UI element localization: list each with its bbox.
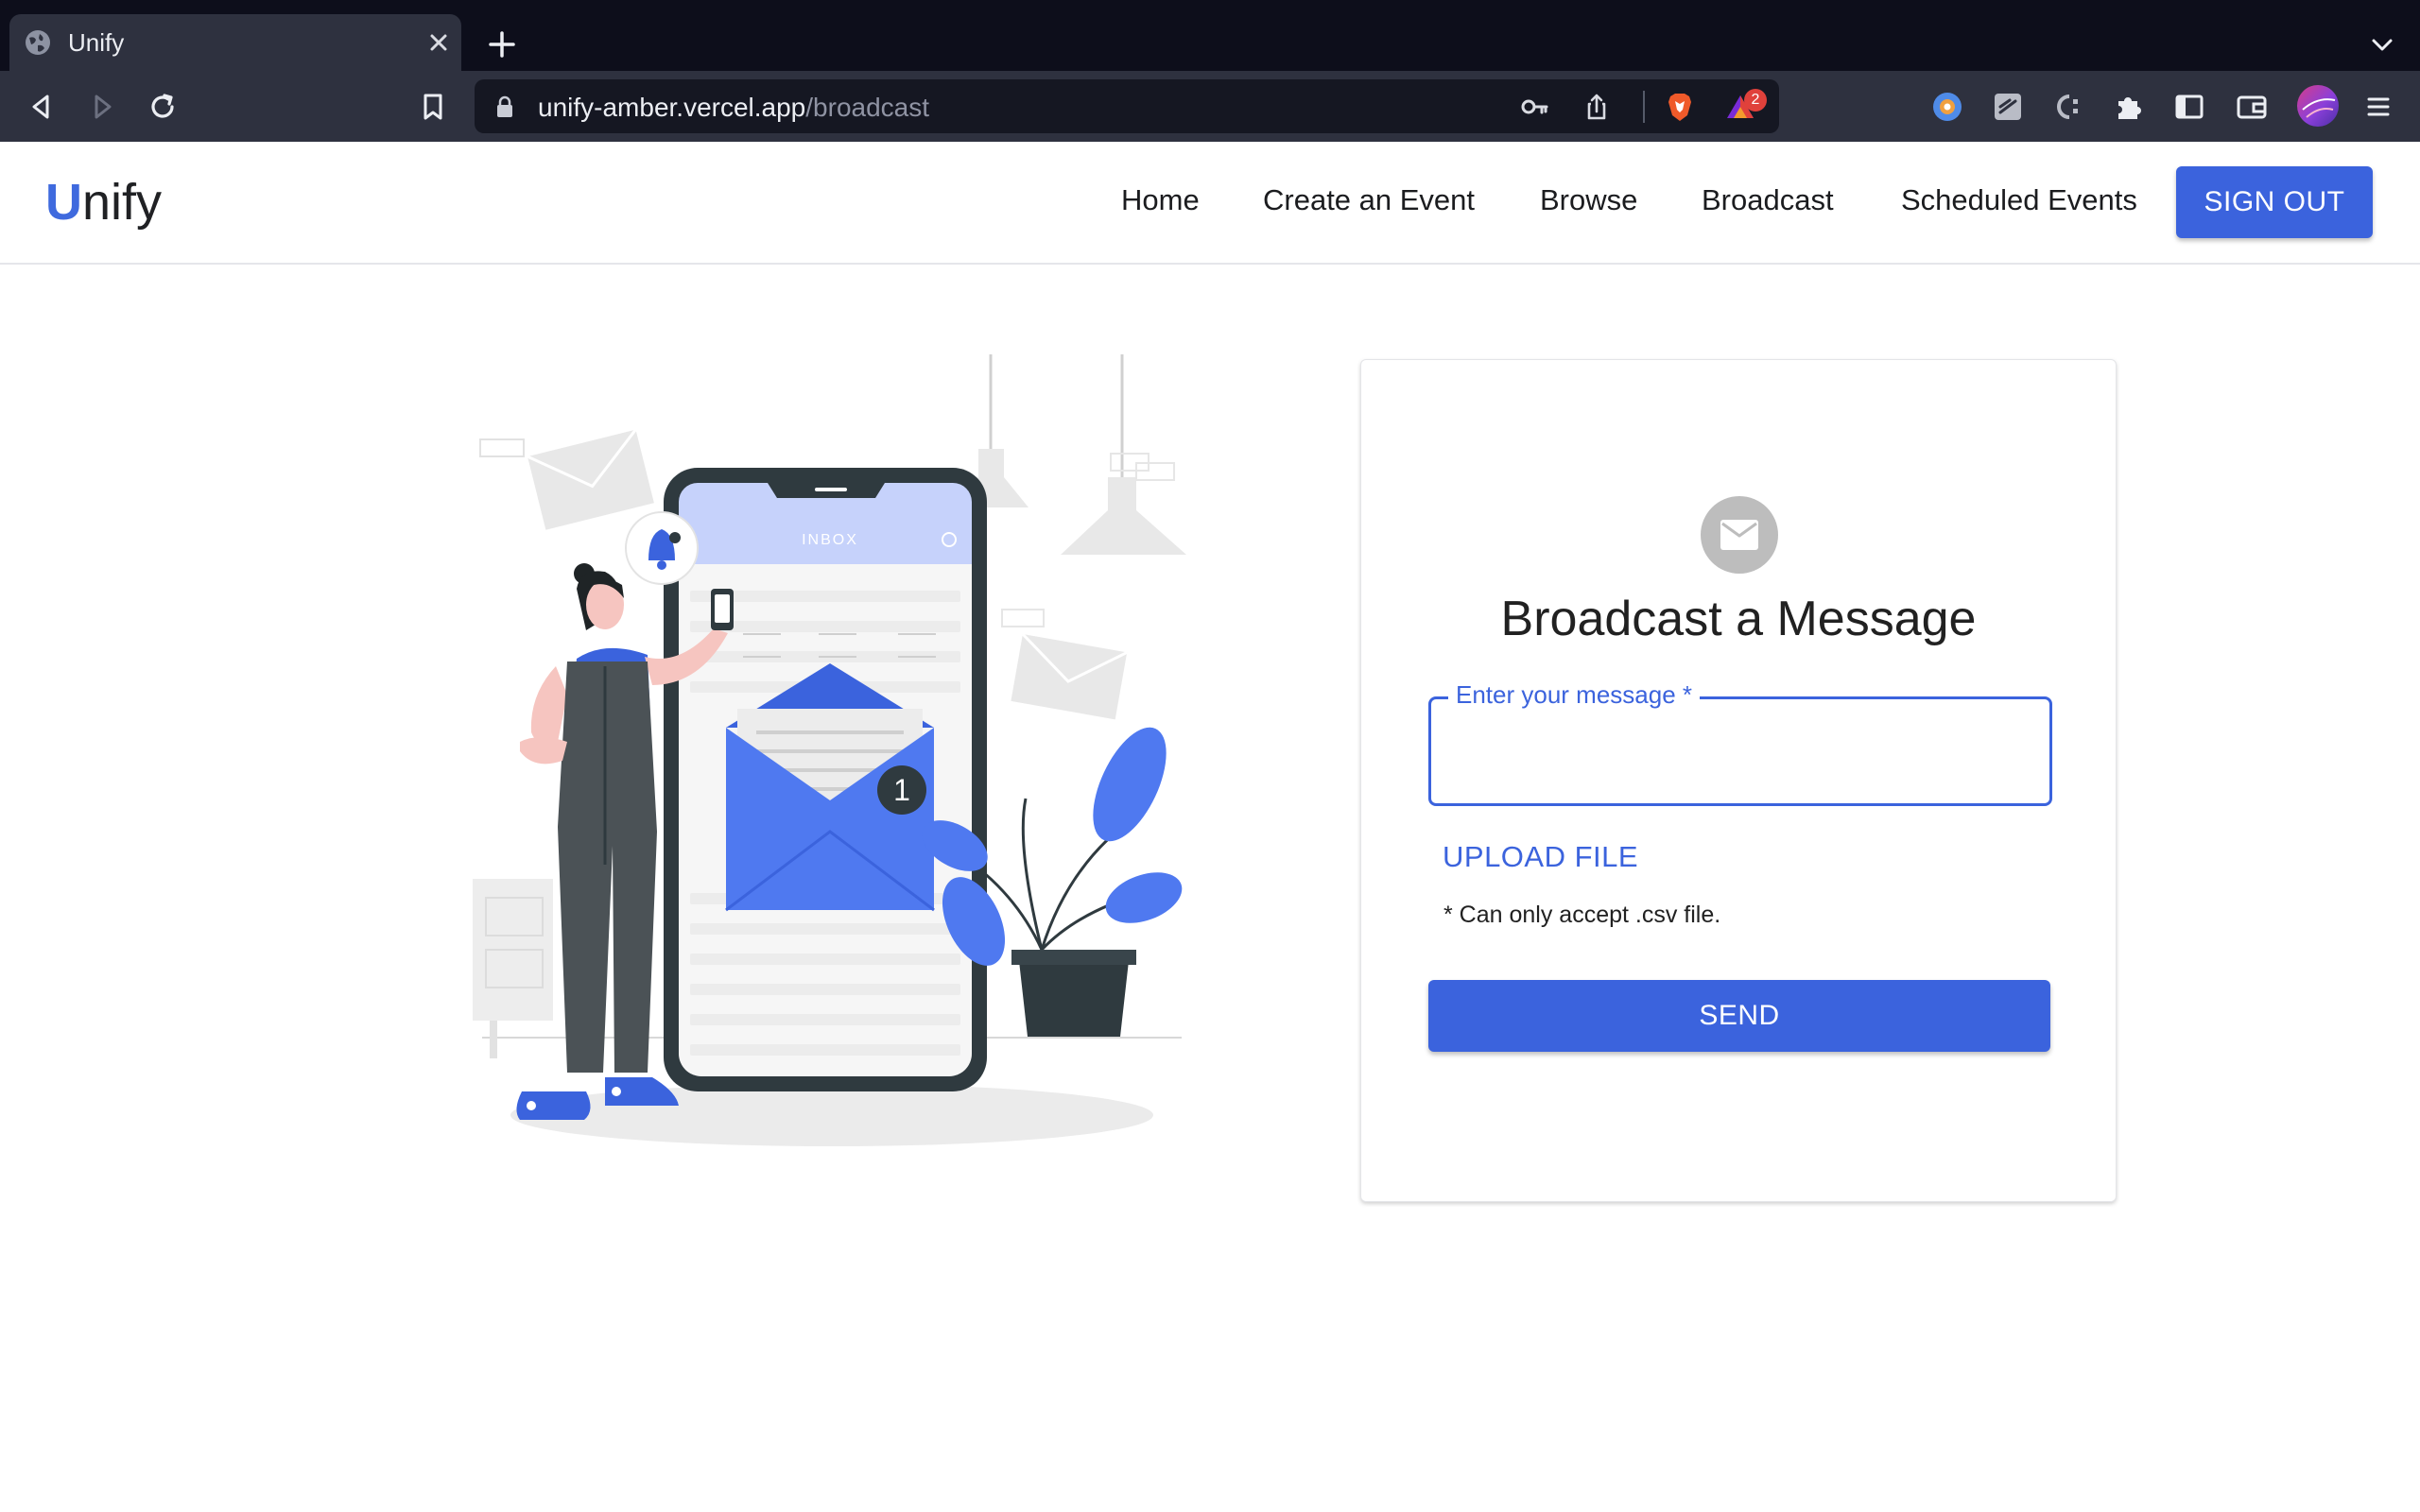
bookmark-icon[interactable] <box>414 88 452 126</box>
share-icon[interactable] <box>1581 91 1613 123</box>
page-title: Broadcast a Message <box>1500 592 1977 646</box>
brave-shield-icon[interactable] <box>1664 91 1696 123</box>
extension-icon-2[interactable] <box>1989 88 2027 126</box>
profile-avatar-art <box>2302 98 2336 118</box>
chevron-down-icon[interactable] <box>2365 28 2399 62</box>
sidebar-icon[interactable] <box>2170 88 2208 126</box>
key-icon[interactable] <box>1518 91 1550 123</box>
broadcast-card: Broadcast a Message Enter your message *… <box>1360 359 2117 1202</box>
message-input[interactable] <box>1454 728 2025 777</box>
back-icon[interactable] <box>23 88 60 126</box>
puzzle-icon[interactable] <box>2110 88 2148 126</box>
app-header: Unify Home Create an Event Browse Broadc… <box>0 142 2420 265</box>
forward-icon[interactable] <box>83 88 121 126</box>
nav-scheduled-events[interactable]: Scheduled Events <box>1901 181 2137 219</box>
browser-tab[interactable]: Unify <box>9 14 461 71</box>
browser-tab-strip: Unify <box>0 0 2420 71</box>
nav-home[interactable]: Home <box>1121 181 1200 219</box>
inbox-label: INBOX <box>802 532 858 548</box>
reload-icon[interactable] <box>144 88 182 126</box>
upload-file-button[interactable]: UPLOAD FILE <box>1443 838 1638 876</box>
unread-badge: 1 <box>893 773 910 807</box>
wallet-icon[interactable] <box>2233 88 2271 126</box>
nav-broadcast[interactable]: Broadcast <box>1702 181 1834 219</box>
profile-avatar[interactable] <box>2297 85 2339 127</box>
extension-icon-3[interactable] <box>2049 88 2087 126</box>
nav-browse[interactable]: Browse <box>1540 181 1637 219</box>
menu-icon[interactable] <box>2360 88 2397 126</box>
nav-create-event[interactable]: Create an Event <box>1263 181 1475 219</box>
tab-title: Unify <box>68 28 125 57</box>
message-field-label: Enter your message * <box>1448 679 1701 711</box>
file-type-hint: * Can only accept .csv file. <box>1443 902 1721 928</box>
lock-icon <box>497 95 512 117</box>
sign-out-button[interactable]: SIGN OUT <box>2176 166 2373 238</box>
omnibox-divider <box>1643 91 1645 123</box>
extension-icon-1[interactable] <box>1928 88 1966 126</box>
app-logo[interactable]: Unify <box>45 172 162 232</box>
browser-toolbar: unify-amber.vercel.app/broadcast 2 <box>0 71 2420 142</box>
new-tab-icon[interactable] <box>484 26 520 62</box>
url-text: unify-amber.vercel.app/broadcast <box>538 93 930 122</box>
mail-icon <box>1701 496 1778 574</box>
broadcast-illustration: INBOX 1 <box>473 354 1186 1146</box>
message-field[interactable]: Enter your message * <box>1428 679 2052 806</box>
globe-icon <box>26 30 50 55</box>
send-button[interactable]: SEND <box>1428 980 2050 1052</box>
mail-glyph <box>1720 520 1758 550</box>
address-bar[interactable]: unify-amber.vercel.app/broadcast 2 <box>475 79 1779 133</box>
close-icon[interactable] <box>424 27 454 58</box>
rewards-badge: 2 <box>1744 89 1767 112</box>
